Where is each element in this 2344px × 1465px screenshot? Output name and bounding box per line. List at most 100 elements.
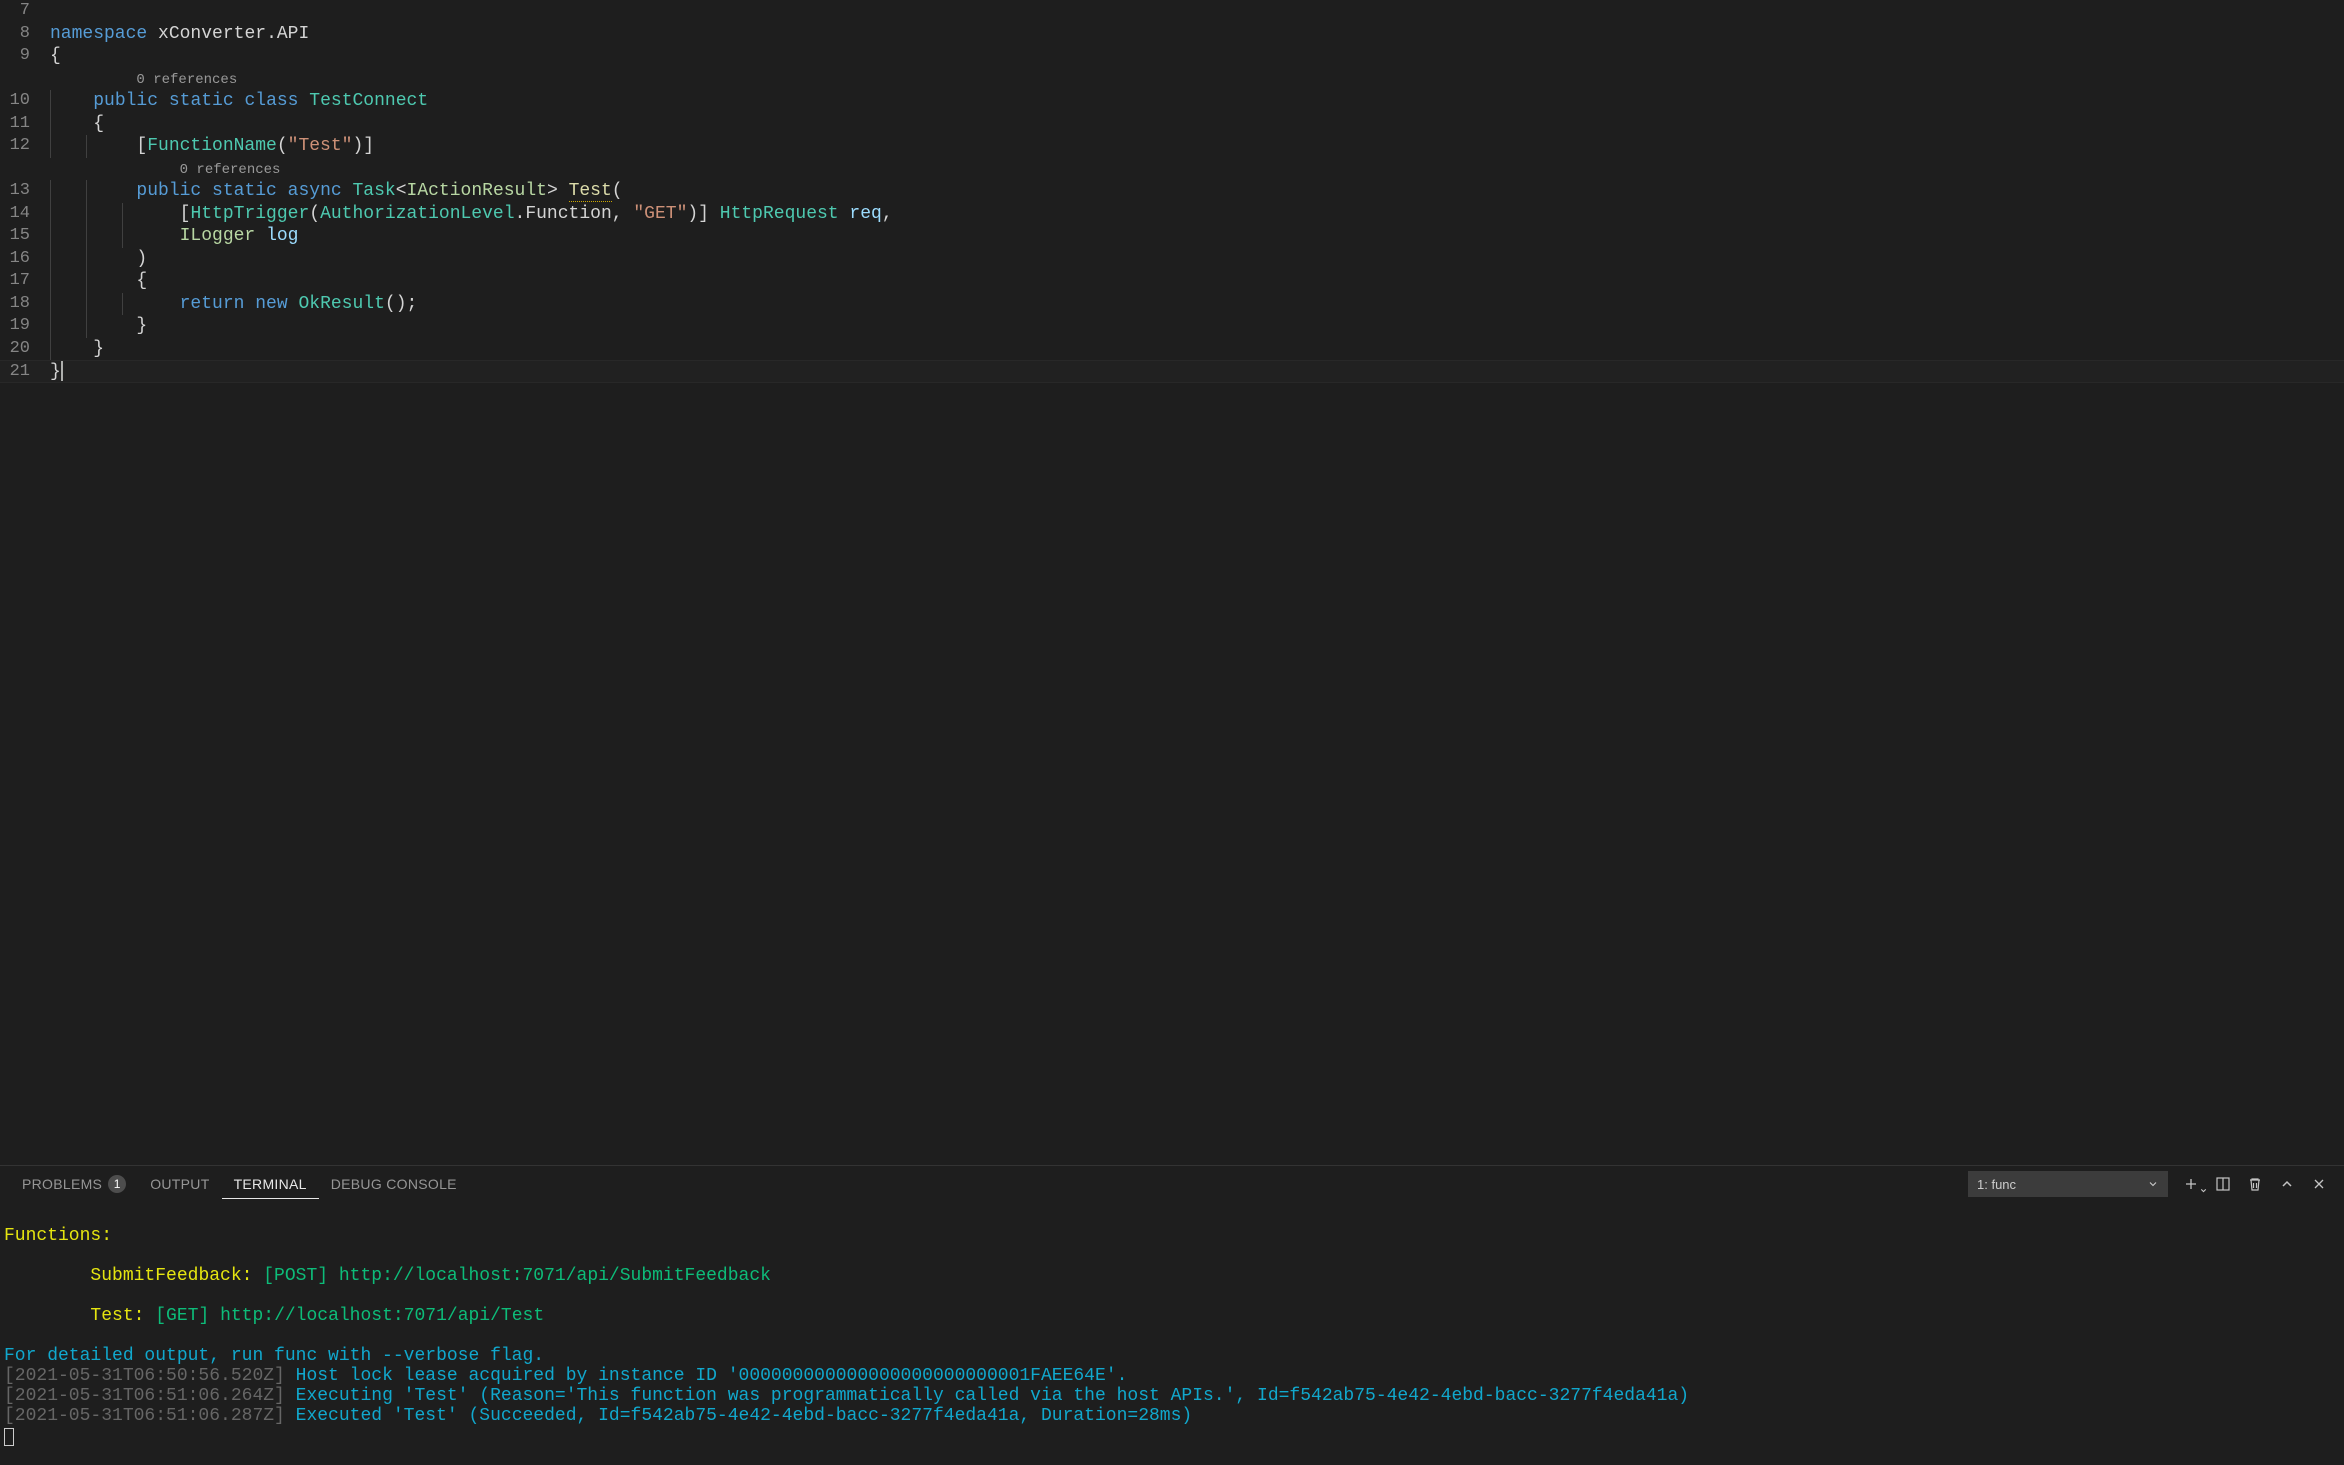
code-token: AuthorizationLevel: [320, 204, 514, 224]
codelens-references[interactable]: 0 references: [136, 72, 237, 88]
indent-guide: [122, 225, 123, 248]
code-line[interactable]: 10 public static class TestConnect: [0, 90, 2344, 113]
code-token: [50, 181, 136, 201]
terminal-selector[interactable]: 1: func: [1968, 1171, 2168, 1197]
code-editor[interactable]: 78namespace xConverter.API9{ 0 reference…: [0, 0, 2344, 1165]
code-line[interactable]: 18 return new OkResult();: [0, 293, 2344, 316]
code-token: [234, 91, 245, 111]
code-token: class: [244, 91, 298, 111]
code-token: )]: [352, 136, 374, 156]
code-token: [50, 226, 180, 246]
code-line[interactable]: 14 [HttpTrigger(AuthorizationLevel.Funct…: [0, 203, 2344, 226]
bottom-panel: PROBLEMS 1 OUTPUT TERMINAL DEBUG CONSOLE…: [0, 1165, 2344, 1465]
indent-guide: [86, 203, 87, 226]
terminal-text: [GET]: [144, 1306, 220, 1326]
line-number: 19: [0, 315, 50, 338]
code-token: [201, 181, 212, 201]
code-line[interactable]: 15 ILogger log: [0, 225, 2344, 248]
terminal-timestamp: [2021-05-31T06:51:06.287Z]: [4, 1406, 296, 1426]
terminal-text: Host lock lease acquired by instance ID …: [296, 1366, 1128, 1386]
indent-guide: [122, 203, 123, 226]
code-token: {: [50, 271, 147, 291]
code-token: [244, 294, 255, 314]
code-token: OkResult: [298, 294, 384, 314]
indent-guide: [50, 338, 51, 361]
code-token: [342, 181, 353, 201]
chevron-down-icon: [2199, 1186, 2208, 1195]
indent-guide: [86, 225, 87, 248]
code-token: static: [169, 91, 234, 111]
code-token: HttpTrigger: [190, 204, 309, 224]
indent-guide: [50, 248, 51, 271]
code-token: req: [849, 204, 881, 224]
terminal-output[interactable]: Functions: SubmitFeedback: [POST] http:/…: [0, 1202, 2344, 1465]
code-line[interactable]: 11 {: [0, 113, 2344, 136]
terminal-line: SubmitFeedback:: [4, 1266, 252, 1286]
code-line[interactable]: 13 public static async Task<IActionResul…: [0, 180, 2344, 203]
tab-debug-console-label: DEBUG CONSOLE: [331, 1176, 457, 1192]
codelens-references[interactable]: 0 references: [180, 162, 281, 178]
code-line[interactable]: 16 ): [0, 248, 2344, 271]
code-line[interactable]: 21}: [0, 360, 2344, 383]
code-token: [: [50, 204, 190, 224]
line-number: 8: [0, 23, 50, 46]
indent-guide: [86, 293, 87, 316]
code-line[interactable]: 17 {: [0, 270, 2344, 293]
code-token: FunctionName: [147, 136, 277, 156]
code-token: public: [136, 181, 201, 201]
indent-guide: [50, 90, 51, 113]
code-token: ,: [612, 204, 634, 224]
line-number: 11: [0, 113, 50, 136]
code-line[interactable]: 20 }: [0, 338, 2344, 361]
terminal-timestamp: [2021-05-31T06:50:56.520Z]: [4, 1366, 296, 1386]
code-token: .: [266, 24, 277, 44]
code-token: async: [288, 181, 342, 201]
kill-terminal-button[interactable]: [2246, 1175, 2264, 1193]
code-token: [50, 294, 180, 314]
line-number: 12: [0, 135, 50, 158]
line-number: 7: [0, 0, 50, 23]
code-token: static: [212, 181, 277, 201]
indent-guide: [50, 113, 51, 136]
code-line[interactable]: 9{: [0, 45, 2344, 68]
indent-guide: [86, 315, 87, 338]
indent-guide: [50, 293, 51, 316]
code-token: ILogger: [180, 226, 256, 246]
code-token: [839, 204, 850, 224]
chevron-down-icon: [2147, 1178, 2159, 1190]
code-token: Task: [353, 181, 396, 201]
indent-guide: [50, 315, 51, 338]
tab-problems[interactable]: PROBLEMS 1: [10, 1169, 138, 1199]
terminal-cursor: [4, 1428, 14, 1446]
line-number: 14: [0, 203, 50, 226]
new-terminal-button[interactable]: [2182, 1175, 2200, 1193]
maximize-panel-button[interactable]: [2278, 1175, 2296, 1193]
code-token: log: [266, 226, 298, 246]
terminal-line: Test:: [4, 1306, 144, 1326]
close-panel-button[interactable]: [2310, 1175, 2328, 1193]
code-line[interactable]: 8namespace xConverter.API: [0, 23, 2344, 46]
code-token: {: [50, 114, 104, 134]
tab-output[interactable]: OUTPUT: [138, 1170, 221, 1198]
code-token: [277, 181, 288, 201]
code-line[interactable]: 19 }: [0, 315, 2344, 338]
code-token: [: [50, 136, 147, 156]
code-line[interactable]: 12 [FunctionName("Test")]: [0, 135, 2344, 158]
code-token: API: [277, 24, 309, 44]
code-token: Test: [569, 181, 612, 202]
code-line[interactable]: 7: [0, 0, 2344, 23]
editor-cursor: [61, 361, 63, 381]
terminal-selector-value: 1: func: [1977, 1177, 2016, 1192]
split-terminal-button[interactable]: [2214, 1175, 2232, 1193]
code-token: ,: [882, 204, 893, 224]
code-token: HttpRequest: [720, 204, 839, 224]
tab-terminal[interactable]: TERMINAL: [222, 1170, 319, 1199]
indent-guide: [86, 270, 87, 293]
code-token: IActionResult: [407, 181, 547, 201]
indent-guide: [50, 180, 51, 203]
terminal-text: [POST]: [252, 1266, 338, 1286]
tab-debug-console[interactable]: DEBUG CONSOLE: [319, 1170, 469, 1198]
code-token: TestConnect: [309, 91, 428, 111]
line-number: 18: [0, 293, 50, 316]
terminal-timestamp: [2021-05-31T06:51:06.264Z]: [4, 1386, 296, 1406]
